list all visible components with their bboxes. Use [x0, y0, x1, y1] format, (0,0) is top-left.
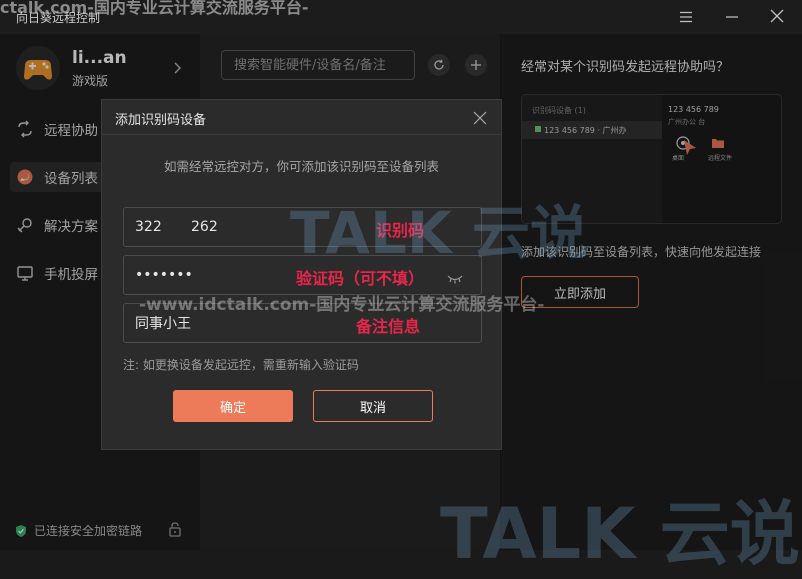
menu-icon[interactable]	[676, 8, 696, 28]
app-title: 向日葵远程控制	[16, 11, 101, 25]
eye-closed-icon[interactable]	[447, 269, 463, 288]
close-icon[interactable]	[767, 8, 787, 28]
device-id-field[interactable]: 322 262 识别码	[123, 207, 482, 247]
device-id-part1: 322	[135, 219, 162, 235]
confirm-button[interactable]: 确定	[173, 390, 293, 422]
note-field: 备注信息	[123, 303, 482, 343]
add-device-dialog: 添加识别码设备 如需经常远控对方，你可添加该识别码至设备列表 322 262 识…	[101, 99, 502, 450]
device-id-part2: 262	[191, 219, 218, 235]
verification-code-annotation: 验证码（可不填）	[296, 269, 425, 288]
dialog-title: 添加识别码设备	[115, 113, 207, 128]
verification-code-field: 验证码（可不填）	[123, 255, 482, 295]
note-annotation: 备注信息	[356, 317, 421, 336]
minimize-icon[interactable]	[722, 8, 742, 28]
dialog-description: 如需经常远控对方，你可添加该识别码至设备列表	[163, 159, 439, 174]
dialog-hint: 注: 如更换设备发起远控，需重新输入验证码	[123, 358, 359, 372]
title-bar: 向日葵远程控制	[0, 0, 802, 34]
note-input[interactable]	[124, 304, 481, 342]
cancel-button[interactable]: 取消	[313, 390, 433, 422]
device-id-annotation: 识别码	[376, 221, 425, 240]
dialog-header: 添加识别码设备	[102, 100, 501, 135]
dialog-close-icon[interactable]	[473, 110, 487, 125]
